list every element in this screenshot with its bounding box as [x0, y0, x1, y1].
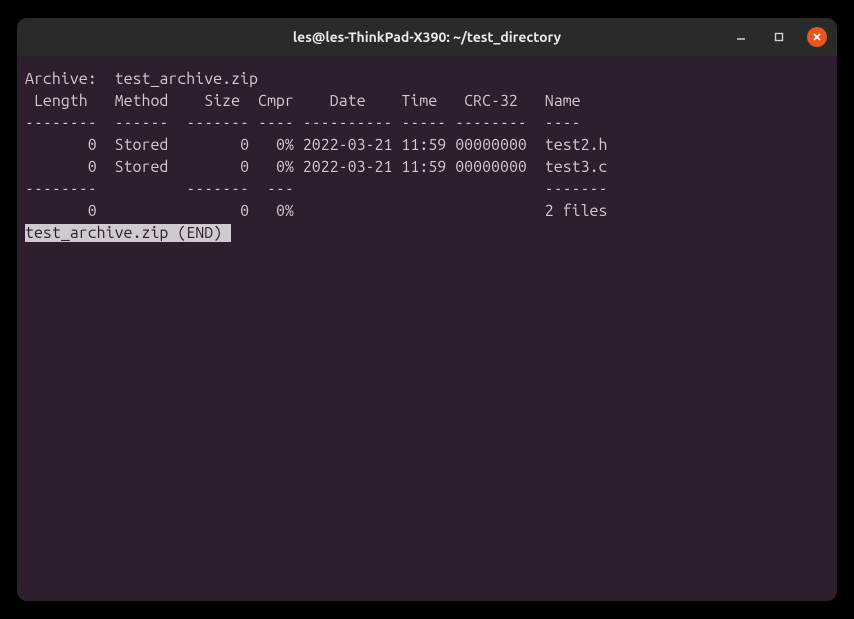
- separator-line: -------- ------- --- -------: [25, 180, 607, 198]
- totals-row: 0 0 0% 2 files: [25, 202, 607, 220]
- separator-line: -------- ------ ------- ---- ---------- …: [25, 114, 581, 132]
- minimize-button[interactable]: [731, 27, 751, 47]
- archive-header-line: Archive: test_archive.zip: [25, 70, 258, 88]
- window-controls: [731, 27, 827, 47]
- close-button[interactable]: [807, 27, 827, 47]
- window-title: les@les-ThinkPad-X390: ~/test_directory: [293, 29, 561, 45]
- file-row: 0 Stored 0 0% 2022-03-21 11:59 00000000 …: [25, 136, 608, 154]
- terminal-window: les@les-ThinkPad-X390: ~/test_directory …: [17, 18, 837, 601]
- column-headers: Length Method Size Cmpr Date Time CRC-32…: [25, 92, 581, 110]
- titlebar: les@les-ThinkPad-X390: ~/test_directory: [17, 18, 837, 56]
- terminal-output[interactable]: Archive: test_archive.zip Length Method …: [17, 56, 837, 601]
- file-row: 0 Stored 0 0% 2022-03-21 11:59 00000000 …: [25, 158, 608, 176]
- maximize-button[interactable]: [769, 27, 789, 47]
- pager-status: test_archive.zip (END): [25, 224, 231, 242]
